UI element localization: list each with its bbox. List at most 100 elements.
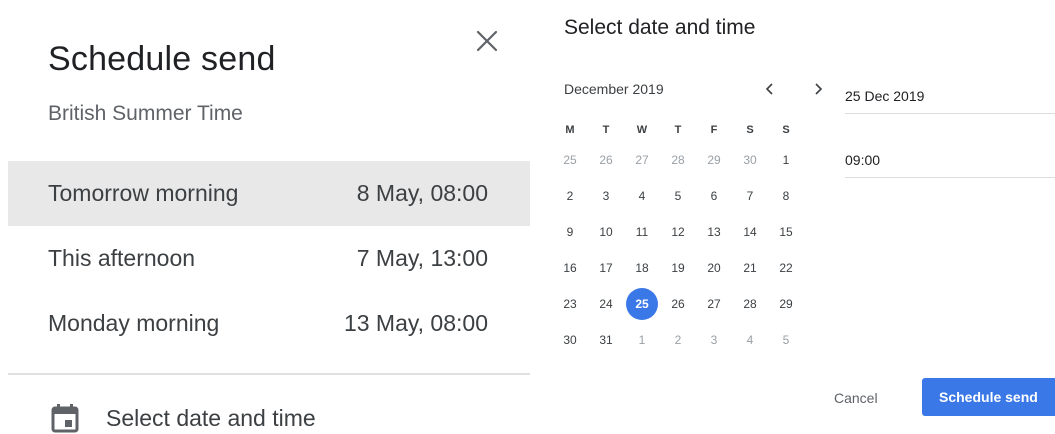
calendar-day[interactable]: 4	[732, 322, 768, 358]
close-button[interactable]	[470, 24, 504, 58]
weekday-label: F	[710, 124, 718, 136]
option-time: 8 May, 08:00	[356, 180, 488, 206]
schedule-send-dialog: Schedule send British Summer Time Tomorr…	[0, 0, 1055, 434]
calendar-day-number: 22	[779, 261, 793, 275]
calendar-day-number: 14	[743, 225, 757, 239]
calendar-day[interactable]: 9	[552, 214, 588, 250]
calendar-day-number: 15	[779, 225, 793, 239]
calendar-week-row: 30 31 1 2 3 4 5	[552, 322, 804, 358]
select-date-time-button[interactable]: Select date and time	[48, 398, 518, 434]
weekday-label: W	[636, 124, 648, 136]
option-tomorrow-morning[interactable]: Tomorrow morning 8 May, 08:00	[8, 161, 530, 226]
date-input[interactable]: 25 Dec 2019	[845, 78, 1055, 114]
calendar-day[interactable]: 4	[624, 178, 660, 214]
calendar-day-number: 16	[563, 261, 577, 275]
cancel-button[interactable]: Cancel	[820, 380, 892, 416]
chevron-left-icon	[765, 83, 773, 95]
calendar-day-number: 28	[671, 153, 685, 167]
calendar-day[interactable]: 23	[552, 286, 588, 322]
calendar-grid: M T W T F S S 25 26 27 28 29 30 1 2 3 4 5 6 7 8 9 10 11 12 13 14 15…	[552, 118, 804, 358]
weekday-header-row: MTWTFSS	[552, 118, 804, 142]
calendar-day[interactable]: 26	[660, 286, 696, 322]
option-this-afternoon[interactable]: This afternoon 7 May, 13:00	[8, 226, 530, 291]
calendar-day[interactable]: 21	[732, 250, 768, 286]
option-time: 7 May, 13:00	[356, 245, 488, 271]
calendar-day-number: 23	[563, 297, 577, 311]
calendar-day-number: 2	[566, 189, 574, 203]
calendar-day-number: 2	[674, 333, 682, 347]
calendar-day[interactable]: 29	[768, 286, 804, 322]
previous-month-button[interactable]	[759, 78, 781, 100]
calendar-day-number: 12	[671, 225, 685, 239]
schedule-send-button[interactable]: Schedule send	[922, 378, 1055, 416]
calendar-day-number: 17	[599, 261, 613, 275]
calendar-day[interactable]: 8	[768, 178, 804, 214]
calendar-day[interactable]: 3	[588, 178, 624, 214]
calendar-day[interactable]: 28	[660, 142, 696, 178]
calendar-day[interactable]: 16	[552, 250, 588, 286]
calendar-day[interactable]: 15	[768, 214, 804, 250]
calendar-day-number: 1	[638, 333, 646, 347]
calendar-day[interactable]: 2	[660, 322, 696, 358]
calendar-week-row: 9 10 11 12 13 14 15	[552, 214, 804, 250]
select-date-time-label: Select date and time	[106, 404, 316, 431]
next-month-button[interactable]	[807, 78, 829, 100]
weekday-label: S	[746, 124, 754, 136]
calendar-day[interactable]: 31	[588, 322, 624, 358]
calendar-day-number: 3	[602, 189, 610, 203]
calendar-day[interactable]: 27	[624, 142, 660, 178]
calendar-day[interactable]: 20	[696, 250, 732, 286]
calendar-day-number: 29	[707, 153, 721, 167]
calendar-day[interactable]: 11	[624, 214, 660, 250]
calendar-day-number: 25	[626, 288, 658, 320]
calendar-day-number: 31	[599, 333, 613, 347]
calendar-day[interactable]: 25	[552, 142, 588, 178]
divider	[8, 373, 530, 375]
calendar-day[interactable]: 5	[660, 178, 696, 214]
calendar-day-number: 21	[743, 261, 757, 275]
calendar-day[interactable]: 7	[732, 178, 768, 214]
calendar-day[interactable]: 18	[624, 250, 660, 286]
calendar-day[interactable]: 19	[660, 250, 696, 286]
schedule-options: Tomorrow morning 8 May, 08:00 This after…	[8, 161, 530, 356]
calendar-day-number: 27	[635, 153, 649, 167]
calendar-day[interactable]: 30	[552, 322, 588, 358]
calendar-day-number: 28	[743, 297, 757, 311]
option-monday-morning[interactable]: Monday morning 13 May, 08:00	[8, 291, 530, 356]
calendar-day[interactable]: 5	[768, 322, 804, 358]
schedule-send-panel: Schedule send British Summer Time Tomorr…	[0, 0, 530, 434]
calendar-day-number: 30	[743, 153, 757, 167]
calendar-day[interactable]: 22	[768, 250, 804, 286]
calendar-week-row: 23 24 25 26 27 28 29	[552, 286, 804, 322]
calendar-day[interactable]: 1	[768, 142, 804, 178]
calendar-day[interactable]: 3	[696, 322, 732, 358]
weekday-label: T	[674, 124, 682, 136]
calendar-day[interactable]: 30	[732, 142, 768, 178]
calendar-day[interactable]: 17	[588, 250, 624, 286]
calendar-week-row: 2 3 4 5 6 7 8	[552, 178, 804, 214]
calendar-day-number: 27	[707, 297, 721, 311]
calendar-day-number: 6	[710, 189, 718, 203]
calendar-day[interactable]: 28	[732, 286, 768, 322]
calendar-day[interactable]: 26	[588, 142, 624, 178]
calendar-day-selected[interactable]: 25	[624, 286, 660, 322]
time-input[interactable]: 09:00	[845, 142, 1055, 178]
calendar-day[interactable]: 6	[696, 178, 732, 214]
calendar-day[interactable]: 29	[696, 142, 732, 178]
calendar-day-number: 26	[599, 153, 613, 167]
calendar-day-number: 4	[746, 333, 754, 347]
calendar-day-number: 11	[635, 225, 649, 239]
calendar-day-number: 26	[671, 297, 685, 311]
calendar-day[interactable]: 12	[660, 214, 696, 250]
calendar-day[interactable]: 24	[588, 286, 624, 322]
calendar-day[interactable]: 13	[696, 214, 732, 250]
calendar-day[interactable]: 1	[624, 322, 660, 358]
weekday-label: T	[602, 124, 610, 136]
calendar-day-number: 20	[707, 261, 721, 275]
calendar-day[interactable]: 14	[732, 214, 768, 250]
picker-title: Select date and time	[564, 16, 756, 39]
calendar-day[interactable]: 2	[552, 178, 588, 214]
calendar-week-row: 16 17 18 19 20 21 22	[552, 250, 804, 286]
calendar-day[interactable]: 27	[696, 286, 732, 322]
calendar-day[interactable]: 10	[588, 214, 624, 250]
